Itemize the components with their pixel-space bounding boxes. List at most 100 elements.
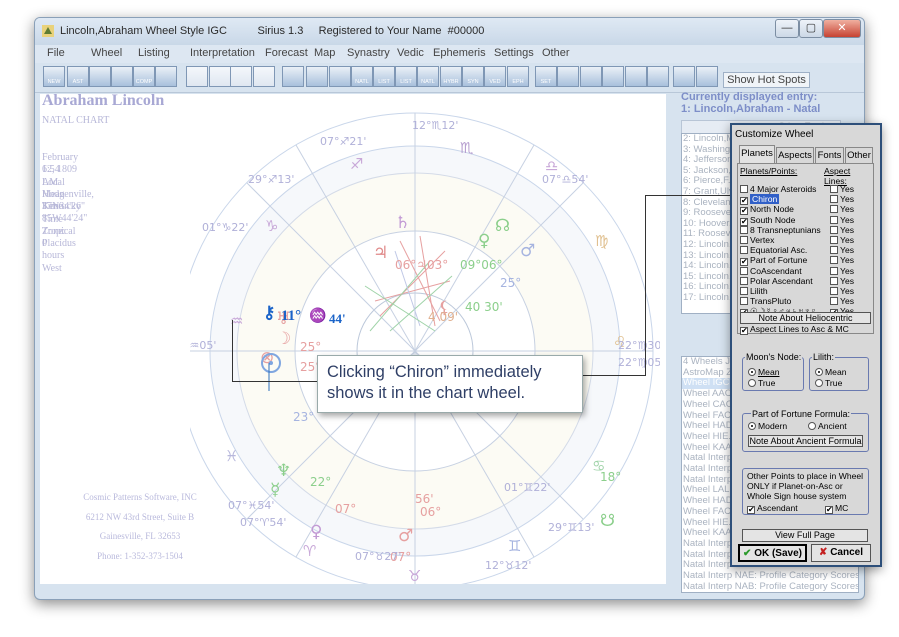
toolbar-button-22[interactable]: SET xyxy=(535,66,557,87)
checkbox[interactable] xyxy=(830,225,838,234)
menu-synastry[interactable]: Synastry xyxy=(347,47,390,59)
moon-node-true-radio[interactable]: True xyxy=(748,378,775,388)
checkbox[interactable] xyxy=(830,256,838,265)
aspect-lines-yes-row[interactable]: Yes xyxy=(830,194,854,204)
toolbar-button-21[interactable]: EPH xyxy=(507,66,529,87)
checkbox[interactable] xyxy=(740,246,748,255)
planet-point-row[interactable]: Lilith xyxy=(740,286,768,296)
planet-point-row[interactable]: 4 Major Asteroids xyxy=(740,184,816,194)
ok-save-button[interactable]: ✔ OK (Save) xyxy=(738,544,807,562)
toolbar-button-20[interactable]: VED xyxy=(484,66,506,87)
toolbar-button-27[interactable] xyxy=(647,66,669,87)
aspect-lines-yes-row[interactable]: Yes xyxy=(830,245,854,255)
planet-point-row[interactable]: Equatorial Asc. xyxy=(740,245,807,255)
planet-point-row[interactable]: CoAscendant xyxy=(740,266,802,276)
aspect-lines-yes-row[interactable]: Yes xyxy=(830,215,854,225)
checkbox[interactable] xyxy=(740,185,748,193)
maximize-button[interactable]: ▢ xyxy=(799,19,823,38)
aspect-lines-yes-row[interactable]: Yes xyxy=(830,235,854,245)
ascendant-checkbox[interactable]: ✔ Ascendant xyxy=(747,503,798,514)
toolbar-button-12[interactable] xyxy=(306,66,328,87)
aspect-lines-yes-row[interactable]: Yes xyxy=(830,204,854,214)
checkbox[interactable] xyxy=(830,287,838,295)
pof-modern-radio[interactable]: Modern xyxy=(748,421,787,431)
checkbox[interactable] xyxy=(740,225,748,234)
toolbar-button-26[interactable] xyxy=(625,66,647,87)
checkbox[interactable] xyxy=(740,276,748,285)
menu-ephemeris[interactable]: Ephemeris xyxy=(433,47,486,59)
menu-map[interactable]: Map xyxy=(314,47,335,59)
toolbar-button-23[interactable] xyxy=(557,66,579,87)
tab-aspects[interactable]: Aspects xyxy=(776,147,814,163)
toolbar-button-29[interactable] xyxy=(696,66,718,87)
planet-point-row[interactable]: 8 Transneptunians xyxy=(740,225,821,235)
menu-wheel[interactable]: Wheel xyxy=(91,47,122,59)
checkbox[interactable] xyxy=(740,236,748,244)
aspect-lines-yes-row[interactable]: Yes xyxy=(830,286,854,296)
toolbar-button-7[interactable] xyxy=(186,66,208,87)
aspect-lines-yes-row[interactable]: Yes xyxy=(830,255,854,265)
checkbox[interactable] xyxy=(830,185,838,193)
moon-node-mean-radio[interactable]: Mean xyxy=(748,367,780,377)
wheel-style-item[interactable]: Natal Interp NAB: Profile Category Score… xyxy=(682,581,858,592)
menu-listing[interactable]: Listing xyxy=(138,47,170,59)
planet-point-row[interactable]: ✔ Part of Fortune xyxy=(740,255,807,267)
toolbar-button-11[interactable] xyxy=(282,66,304,87)
tab-other[interactable]: Other xyxy=(845,147,873,163)
toolbar-button-14[interactable]: NATL xyxy=(351,66,373,87)
toolbar-button-8[interactable] xyxy=(209,66,231,87)
ancient-formula-note-button[interactable]: Note About Ancient Formula xyxy=(748,435,863,447)
planet-point-row[interactable]: Polar Ascendant xyxy=(740,276,813,286)
checkbox[interactable] xyxy=(830,297,838,306)
heliocentric-note-button[interactable]: Note About Heliocentric xyxy=(740,312,871,324)
planet-point-row[interactable]: Vertex xyxy=(740,235,774,245)
toolbar-button-25[interactable] xyxy=(602,66,624,87)
checkbox[interactable] xyxy=(740,287,748,295)
checkbox[interactable] xyxy=(740,266,748,275)
checkbox[interactable] xyxy=(830,236,838,244)
checkbox[interactable] xyxy=(740,297,748,306)
planet-point-row[interactable]: TransPluto xyxy=(740,296,791,306)
planet-point-row[interactable]: ✔ Chiron xyxy=(740,194,780,206)
lilith-true-radio[interactable]: True xyxy=(815,378,842,388)
menu-file[interactable]: File xyxy=(47,47,65,59)
menu-vedic[interactable]: Vedic xyxy=(397,47,424,59)
toolbar-button-6[interactable] xyxy=(155,66,177,87)
toolbar-button-17[interactable]: NATL xyxy=(417,66,439,87)
checkbox[interactable] xyxy=(830,195,838,204)
planet-point-row[interactable]: ✔ South Node xyxy=(740,215,795,226)
show-hot-spots-button[interactable]: Show Hot Spots xyxy=(723,72,810,88)
lilith-mean-radio[interactable]: Mean xyxy=(815,367,847,377)
toolbar-button-10[interactable] xyxy=(253,66,275,87)
cancel-button[interactable]: ✘ Cancel xyxy=(811,544,871,562)
toolbar-button-4[interactable] xyxy=(111,66,133,87)
checkbox[interactable] xyxy=(830,215,838,224)
aspect-lines-yes-row[interactable]: Yes xyxy=(830,266,854,276)
planet-point-row[interactable]: ✔ North Node xyxy=(740,204,794,216)
checkbox[interactable] xyxy=(830,276,838,285)
minimize-button[interactable]: — xyxy=(775,19,799,38)
toolbar-button-28[interactable] xyxy=(673,66,695,87)
toolbar-button-5[interactable]: COMP xyxy=(133,66,155,87)
checkbox[interactable] xyxy=(830,205,838,214)
mc-checkbox[interactable]: ✔ MC xyxy=(825,503,848,514)
toolbar-button-3[interactable] xyxy=(89,66,111,87)
toolbar-button-1[interactable]: NEW xyxy=(43,66,65,87)
tab-planets[interactable]: Planets xyxy=(739,145,775,163)
toolbar-button-19[interactable]: SYN xyxy=(462,66,484,87)
toolbar-button-18[interactable]: HYBR xyxy=(440,66,462,87)
view-full-page-button[interactable]: View Full Page xyxy=(742,529,868,542)
pof-ancient-radio[interactable]: Ancient xyxy=(808,421,847,431)
aspect-lines-yes-row[interactable]: Yes xyxy=(830,276,854,286)
aspect-lines-asc-mc-row[interactable]: ✔ Aspect Lines to Asc & MC xyxy=(740,324,849,335)
aspect-lines-yes-row[interactable]: Yes xyxy=(830,225,854,235)
toolbar-button-15[interactable]: LIST xyxy=(373,66,395,87)
checkbox[interactable] xyxy=(830,266,838,275)
toolbar-button-9[interactable] xyxy=(230,66,252,87)
aspect-lines-yes-row[interactable]: Yes xyxy=(830,296,854,306)
tab-fonts[interactable]: Fonts xyxy=(815,147,844,163)
toolbar-button-16[interactable]: LIST xyxy=(395,66,417,87)
menu-other[interactable]: Other xyxy=(542,47,570,59)
toolbar-button-24[interactable] xyxy=(580,66,602,87)
checkbox[interactable] xyxy=(830,246,838,255)
